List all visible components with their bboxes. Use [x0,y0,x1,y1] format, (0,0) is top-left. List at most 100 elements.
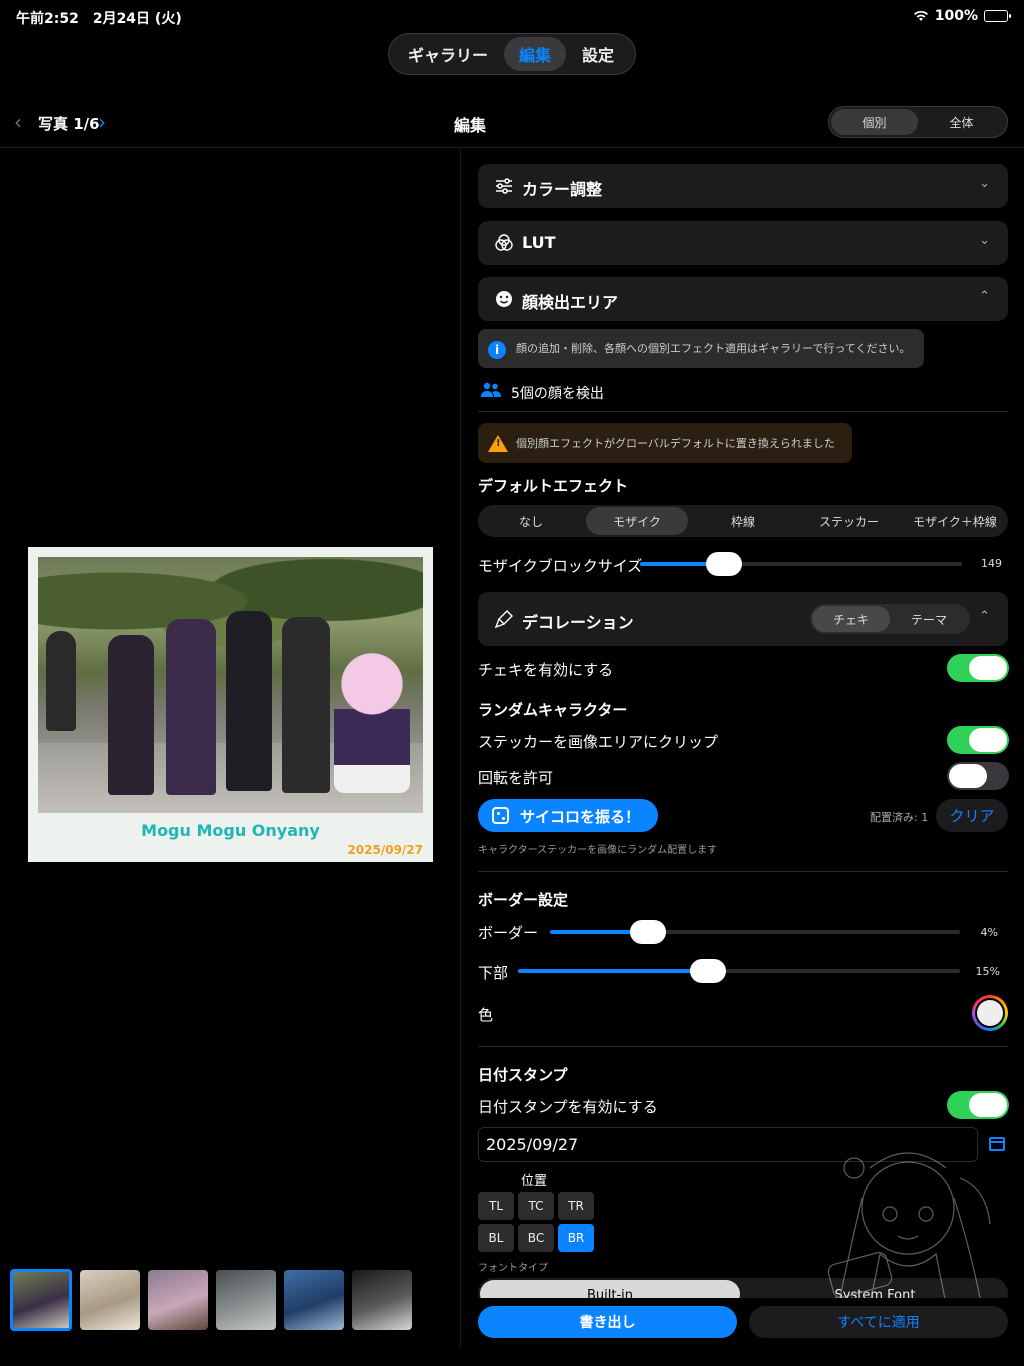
chevron-down-icon: ⌄ [979,233,990,248]
bottom-border-label: 下部 [478,964,509,982]
dice-icon [492,807,509,824]
position-br[interactable]: BR [558,1224,594,1252]
effect-mosaic[interactable]: モザイク [586,507,688,535]
clear-button[interactable]: クリア [936,799,1008,832]
panel-divider [460,148,461,1348]
cheki-caption-title: Mogu Mogu Onyany [141,821,320,840]
bottom-border-value: 15% [975,965,1000,978]
faces-detected-text: 5個の顔を検出 [511,386,604,402]
paintbrush-icon [494,610,513,629]
effect-outline[interactable]: 枠線 [692,507,794,535]
effect-segmented-control: なし モザイク 枠線 ステッカー モザイク＋枠線 [478,505,1008,537]
allow-rotation-label: 回転を許可 [478,769,554,787]
scope-segmented-control: 個別 全体 [828,106,1008,138]
default-effect-heading: デフォルトエフェクト [478,477,629,495]
status-bar: 午前2:52 2月24日 (火) 100% [0,0,1024,32]
cheki-caption-date: 2025/09/27 [347,843,423,857]
calendar-icon[interactable] [989,1137,1005,1151]
apply-all-button[interactable]: すべてに適用 [749,1306,1008,1338]
clip-sticker-toggle[interactable] [947,726,1009,754]
decoration-mode-control: チェキ テーマ [810,604,970,634]
border-color-picker[interactable] [972,995,1008,1031]
clip-sticker-label: ステッカーを画像エリアにクリップ [478,733,719,751]
slider-knob[interactable] [705,552,742,576]
page-title: 編集 [454,116,487,135]
mosaic-size-value: 149 [981,557,1002,570]
thumbnail-4[interactable] [216,1270,276,1330]
slider-fill [518,969,709,973]
effect-sticker[interactable]: ステッカー [798,507,900,535]
position-label: 位置 [521,1174,548,1189]
position-bc[interactable]: BC [518,1224,554,1252]
thumbnail-1[interactable] [10,1269,72,1331]
export-button[interactable]: 書き出し [478,1306,737,1338]
divider [478,1046,1008,1047]
thumbnail-6[interactable] [352,1270,412,1330]
wifi-icon [913,10,928,21]
date-stamp-enable-label: 日付スタンプを有効にする [478,1098,658,1116]
thumbnail-2[interactable] [80,1270,140,1330]
section-lut-label: LUT [522,233,556,252]
top-tab-bar: ギャラリー 編集 設定 [388,33,636,75]
chevron-right-icon[interactable]: › [98,110,106,134]
preview-image [38,557,423,813]
section-color-adjust[interactable]: カラー調整 ⌄ [478,164,1008,208]
chevron-up-icon: ⌃ [979,609,990,624]
section-face-detection[interactable]: 顔検出エリア ⌃ [478,277,1008,321]
cheki-enable-toggle[interactable] [947,654,1009,682]
info-icon: i [488,341,506,359]
status-time: 午前2:52 2月24日 (火) [16,11,182,27]
border-settings-heading: ボーダー設定 [478,891,569,909]
header-divider [0,147,1024,148]
mosaic-size-slider[interactable] [640,552,962,576]
allow-rotation-toggle[interactable] [947,762,1009,790]
mode-cheki[interactable]: チェキ [812,606,890,632]
bottom-border-slider[interactable] [518,959,960,983]
tab-settings[interactable]: 設定 [566,37,630,71]
face-info-notice: i 顔の追加・削除、各顔への個別エフェクト適用はギャラリーで行ってください。 [478,329,924,368]
thumbnail-strip [10,1269,420,1331]
scope-all[interactable]: 全体 [918,109,1005,135]
divider [478,871,1008,872]
character-sticker[interactable] [334,653,410,793]
border-value: 4% [980,926,998,939]
slider-knob[interactable] [690,959,727,983]
date-stamp-field[interactable] [478,1127,978,1162]
random-character-heading: ランダムキャラクター [478,701,628,719]
thumbnail-5[interactable] [284,1270,344,1330]
chevron-left-icon[interactable]: ‹ [14,110,22,134]
battery-percent: 100% [934,8,978,24]
position-tr[interactable]: TR [558,1192,594,1220]
position-bl[interactable]: BL [478,1224,514,1252]
divider [478,411,1008,412]
position-tl[interactable]: TL [478,1192,514,1220]
thumbnail-3[interactable] [148,1270,208,1330]
cheki-enable-label: チェキを有効にする [478,661,614,679]
mode-theme[interactable]: テーマ [890,606,968,632]
photo-counter: 写真 1/6 [38,115,100,133]
chevron-up-icon: ⌃ [979,289,990,304]
tab-gallery[interactable]: ギャラリー [392,37,504,71]
section-lut[interactable]: LUT ⌄ [478,221,1008,265]
position-tc[interactable]: TC [518,1192,554,1220]
status-indicators: 100% [913,8,1011,24]
face-info-text: 顔の追加・削除、各顔への個別エフェクト適用はギャラリーで行ってください。 [516,342,911,355]
smiley-face-icon [496,291,512,307]
battery-icon [984,10,1011,22]
date-stamp-toggle[interactable] [947,1091,1009,1119]
face-warning-text: 個別顔エフェクトがグローバルデフォルトに置き換えられました [516,437,835,450]
photo-preview[interactable]: Mogu Mogu Onyany 2025/09/27 [28,547,433,862]
scope-individual[interactable]: 個別 [831,109,918,135]
effect-none[interactable]: なし [480,507,582,535]
sliders-icon [496,178,512,194]
border-color-label: 色 [478,1006,494,1024]
slider-knob[interactable] [630,920,667,944]
color-circles-icon [495,234,513,251]
people-icon [481,382,501,397]
tab-edit[interactable]: 編集 [504,37,566,71]
effect-mosaic-outline[interactable]: モザイク＋枠線 [904,507,1006,535]
date-stamp-heading: 日付スタンプ [478,1066,568,1084]
border-slider[interactable] [550,920,960,944]
edit-header: ‹ 写真 1/6 › 編集 個別 全体 [0,100,1024,146]
roll-dice-button[interactable]: サイコロを振る！ [478,799,658,832]
